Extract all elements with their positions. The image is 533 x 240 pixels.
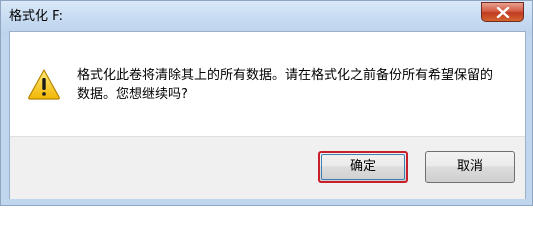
cancel-button-label: 取消 — [456, 159, 483, 174]
close-button[interactable] — [481, 2, 524, 22]
button-bar: 确定 取消 — [10, 136, 525, 199]
message-area: 格式化此卷将清除其上的所有数据。请在格式化之前备份所有希望保留的数据。您想继续吗… — [10, 32, 525, 136]
dialog-message: 格式化此卷将清除其上的所有数据。请在格式化之前备份所有希望保留的数据。您想继续吗… — [77, 68, 494, 102]
dialog-window: 格式化 F: 格式化此卷将清除其上的所有数据。请在格式化之前备份所有希望保留的数… — [0, 0, 533, 206]
title-bar[interactable]: 格式化 F: — [1, 1, 532, 35]
cancel-button[interactable]: 取消 — [425, 151, 515, 183]
ok-button[interactable]: 确定 — [318, 151, 408, 183]
close-icon — [496, 7, 510, 18]
window-title: 格式化 F: — [9, 9, 63, 24]
dialog-body: 格式化此卷将清除其上的所有数据。请在格式化之前备份所有希望保留的数据。您想继续吗… — [9, 31, 526, 199]
ok-button-label: 确定 — [349, 159, 376, 174]
warning-icon — [28, 69, 60, 100]
